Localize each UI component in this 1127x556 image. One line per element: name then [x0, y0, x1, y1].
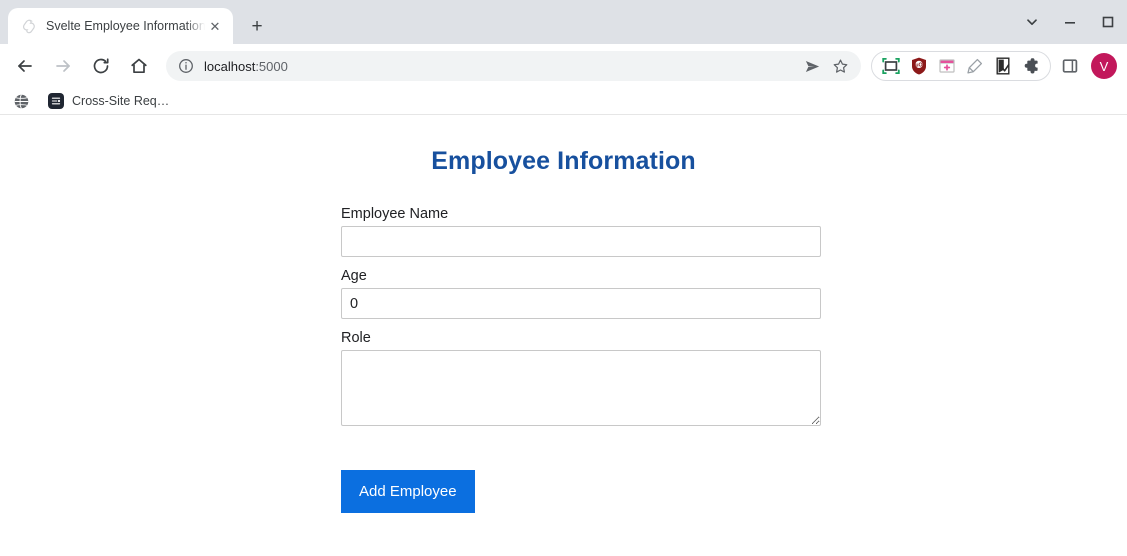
globe-icon[interactable] — [10, 90, 32, 112]
add-employee-button[interactable]: Add Employee — [341, 470, 475, 513]
age-label: Age — [341, 268, 367, 284]
browser-toolbar: localhost:5000 uO V — [0, 44, 1127, 88]
ublock-origin-extension-icon[interactable]: uO — [906, 53, 932, 79]
bookmark-cross-site-req[interactable]: Cross-Site Req… — [44, 91, 173, 111]
tab-title: Svelte Employee Information App — [46, 19, 205, 33]
screen-capture-extension-icon[interactable] — [878, 53, 904, 79]
field-employee-name: Employee Name — [341, 206, 821, 257]
page-content: Employee Information Employee Name Age R… — [0, 115, 1127, 556]
forward-button[interactable] — [46, 49, 80, 83]
extensions-puzzle-icon[interactable] — [1018, 53, 1044, 79]
bookmarks-bar: Cross-Site Req… — [0, 88, 1127, 115]
close-icon[interactable]: ✕ — [205, 16, 225, 36]
star-icon[interactable] — [829, 55, 851, 77]
reload-button[interactable] — [84, 49, 118, 83]
page-title: Employee Information — [431, 147, 696, 175]
back-button[interactable] — [8, 49, 42, 83]
extensions-group: uO — [871, 51, 1051, 81]
minimize-button[interactable] — [1051, 0, 1089, 44]
browser-tab-active[interactable]: Svelte Employee Information App ✕ — [8, 8, 233, 44]
svelte-favicon — [20, 18, 36, 34]
highlighter-extension-icon[interactable] — [962, 53, 988, 79]
omnibox-actions — [801, 55, 851, 77]
send-icon[interactable] — [801, 55, 823, 77]
address-bar[interactable]: localhost:5000 — [166, 51, 861, 81]
tab-search-button[interactable] — [1013, 0, 1051, 44]
role-textarea[interactable] — [341, 350, 821, 426]
maximize-button[interactable] — [1089, 0, 1127, 44]
window-controls — [1013, 0, 1127, 44]
svg-text:uO: uO — [915, 63, 922, 69]
home-button[interactable] — [122, 49, 156, 83]
role-label: Role — [341, 330, 371, 346]
browser-window: Svelte Employee Information App ✕ + — [0, 0, 1127, 556]
tab-strip: Svelte Employee Information App ✕ + — [0, 0, 1127, 44]
new-tab-button[interactable]: + — [243, 12, 271, 40]
field-age: Age — [341, 268, 821, 319]
employee-name-label: Employee Name — [341, 206, 449, 222]
profile-avatar[interactable]: V — [1091, 53, 1117, 79]
side-panel-button[interactable] — [1055, 51, 1085, 81]
url-port: :5000 — [255, 58, 288, 74]
document-checkmark-extension-icon[interactable] — [990, 53, 1016, 79]
employee-name-input[interactable] — [341, 226, 821, 257]
info-circle-icon[interactable] — [178, 58, 194, 74]
url-host: localhost — [204, 58, 256, 74]
field-role: Role — [341, 330, 821, 426]
employee-form: Employee Name Age Role Add Employee — [341, 206, 821, 513]
bookmark-label: Cross-Site Req… — [72, 94, 170, 108]
cross-site-bookmark-favicon — [48, 93, 64, 109]
url-text: localhost:5000 — [204, 59, 288, 74]
window-add-extension-icon[interactable] — [934, 53, 960, 79]
age-input[interactable] — [341, 288, 821, 319]
